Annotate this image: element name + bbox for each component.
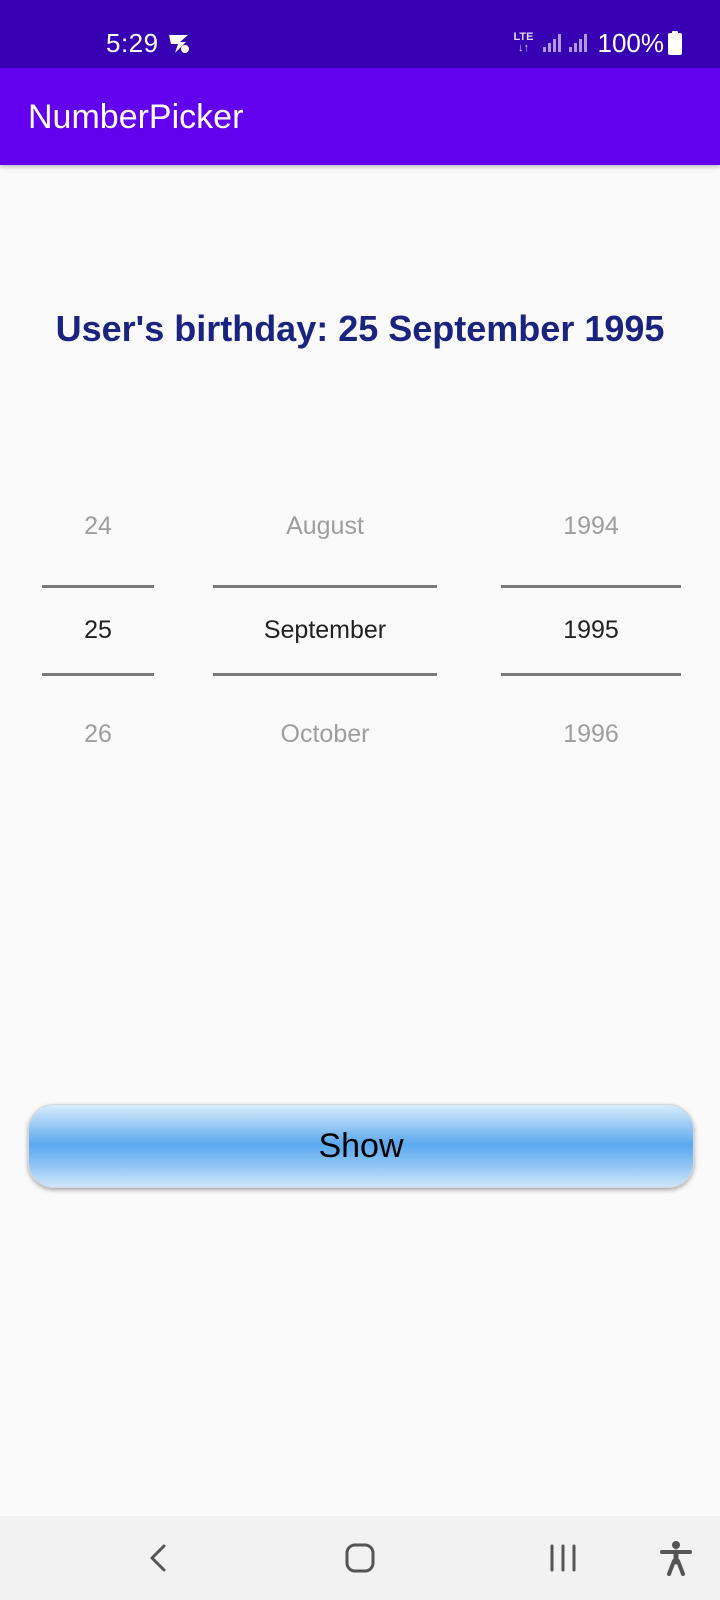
accessibility-icon	[660, 1541, 692, 1576]
app-bar: NumberPicker	[0, 68, 720, 165]
month-selected-value[interactable]: September	[213, 616, 437, 645]
picker-divider	[501, 585, 681, 588]
status-time: 5:29	[106, 28, 159, 58]
year-selected-value[interactable]: 1995	[501, 616, 681, 645]
picker-divider	[42, 585, 154, 588]
show-button[interactable]: Show	[28, 1104, 694, 1188]
back-icon	[150, 1544, 166, 1572]
day-prev-value[interactable]: 24	[42, 512, 154, 541]
picker-divider	[501, 673, 681, 676]
day-picker[interactable]: 24 25 26	[42, 490, 154, 770]
picker-divider	[213, 673, 437, 676]
day-selected-value[interactable]: 25	[42, 616, 154, 645]
app-notification-icon	[169, 35, 189, 53]
home-icon	[345, 1543, 375, 1573]
year-picker[interactable]: 1994 1995 1996	[501, 490, 681, 770]
birthday-text: User's birthday: 25 September 1995	[55, 308, 665, 349]
accessibility-button[interactable]	[656, 1538, 696, 1578]
battery-icon	[668, 31, 682, 55]
recents-icon	[550, 1544, 576, 1572]
recents-button[interactable]	[543, 1538, 583, 1578]
app-title: NumberPicker	[28, 98, 244, 136]
lte-icon: LTE ↓↑	[513, 31, 534, 54]
year-next-value[interactable]: 1996	[501, 720, 681, 749]
month-next-value[interactable]: October	[213, 720, 437, 749]
status-indicators: LTE ↓↑ 100%	[514, 28, 682, 58]
year-prev-value[interactable]: 1994	[501, 512, 681, 541]
signal-icon	[542, 34, 561, 52]
month-prev-value[interactable]: August	[213, 512, 437, 541]
battery-percentage: 100%	[597, 27, 665, 58]
picker-divider	[213, 585, 437, 588]
signal-icon	[568, 34, 587, 52]
status-bar: 5:29 LTE ↓↑ 100%	[0, 0, 720, 68]
back-button[interactable]	[138, 1538, 178, 1578]
day-next-value[interactable]: 26	[42, 720, 154, 749]
home-button[interactable]	[340, 1538, 380, 1578]
month-picker[interactable]: August September October	[213, 490, 437, 770]
navigation-bar	[0, 1516, 720, 1600]
picker-divider	[42, 673, 154, 676]
